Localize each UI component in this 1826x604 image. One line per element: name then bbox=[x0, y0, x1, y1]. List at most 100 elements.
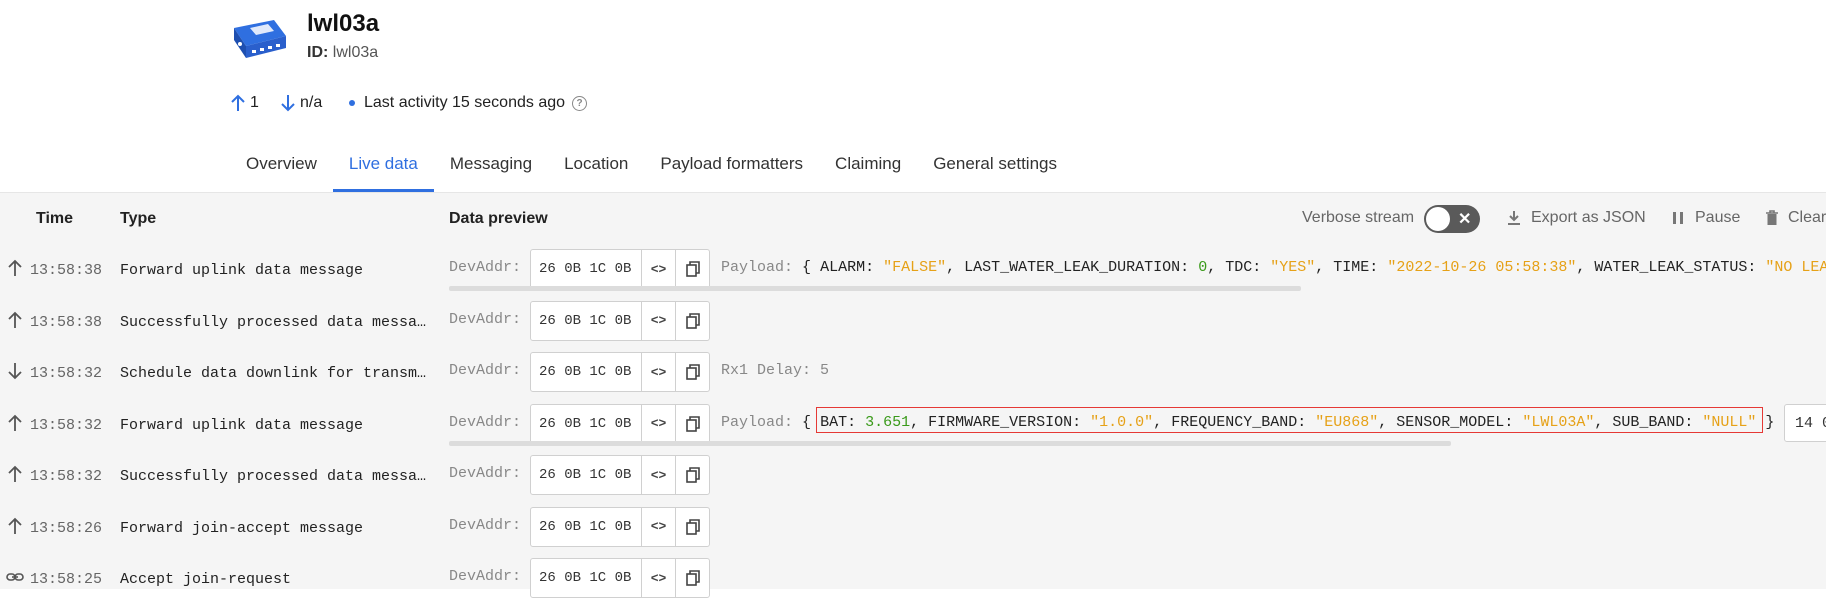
code-icon: <> bbox=[650, 570, 667, 586]
code-icon: <> bbox=[650, 519, 667, 534]
device-id-value: lwl03a bbox=[332, 44, 379, 61]
copy-button[interactable] bbox=[676, 353, 709, 391]
horizontal-scrollbar[interactable] bbox=[449, 440, 1451, 446]
row-type: Schedule data downlink for transm… bbox=[120, 365, 427, 382]
tab-payload-formatters[interactable]: Payload formatters bbox=[644, 142, 819, 192]
copy-icon bbox=[685, 312, 700, 329]
table-row[interactable]: 13:58:32 Schedule data downlink for trans… bbox=[0, 348, 1826, 398]
copy-button[interactable] bbox=[676, 456, 709, 494]
pause-label: Pause bbox=[1695, 209, 1741, 226]
payload-key: WATER_LEAK_STATUS bbox=[1594, 259, 1748, 276]
copy-button[interactable] bbox=[676, 405, 709, 443]
payload-key: TIME bbox=[1333, 259, 1370, 276]
payload-label: Payload: bbox=[721, 413, 794, 431]
devaddr-value: 26 0B 1C 0B bbox=[531, 250, 642, 288]
payload-label: Payload: bbox=[721, 259, 794, 276]
tab-claiming[interactable]: Claiming bbox=[819, 142, 917, 192]
payload-value: "NO LEA bbox=[1765, 259, 1826, 276]
device-id: ID: lwl03a bbox=[307, 44, 378, 62]
payload-colon: : bbox=[1369, 259, 1388, 276]
arrow-up-icon bbox=[8, 259, 22, 276]
devaddr-field: 26 0B 1C 0B <> bbox=[530, 455, 710, 495]
download-icon bbox=[1508, 211, 1520, 225]
payload-highlight bbox=[816, 407, 1763, 433]
code-icon: <> bbox=[650, 313, 667, 328]
toggle-format-button[interactable]: <> bbox=[642, 404, 676, 443]
toggle-format-button[interactable]: <> bbox=[642, 250, 676, 288]
devaddr-value: 26 0B 1C 0B bbox=[531, 507, 642, 546]
row-time: 13:58:25 bbox=[30, 571, 103, 588]
tab-live-data[interactable]: Live data bbox=[332, 142, 434, 192]
col-time: Time bbox=[36, 210, 74, 227]
clear-button[interactable]: Clear bbox=[1764, 209, 1826, 227]
row-time: 13:58:32 bbox=[30, 468, 103, 485]
help-icon[interactable]: ? bbox=[572, 95, 588, 111]
copy-button[interactable] bbox=[676, 302, 709, 340]
copy-icon bbox=[685, 518, 700, 535]
toggle-format-button[interactable]: <> bbox=[642, 456, 676, 494]
table-row[interactable]: 13:58:26 Forward join-accept message DevAd… bbox=[0, 503, 1826, 553]
horizontal-scrollbar[interactable] bbox=[449, 286, 1301, 291]
verbose-stream-toggle[interactable]: ✕ bbox=[1424, 205, 1480, 233]
table-row[interactable]: 13:58:38 Forward uplink data message DevAd… bbox=[0, 245, 1826, 295]
brace: } bbox=[1765, 413, 1775, 431]
uplink-count-value: 1 bbox=[250, 94, 259, 111]
row-type: Accept join-request bbox=[120, 571, 292, 588]
table-row[interactable]: 13:58:32 Successfully processed data mess… bbox=[0, 451, 1826, 501]
arrow-down-icon bbox=[8, 363, 22, 380]
brace: { bbox=[802, 413, 812, 431]
toggle-format-button[interactable]: <> bbox=[642, 507, 676, 546]
devaddr-label: DevAddr: bbox=[449, 310, 522, 328]
pause-icon bbox=[1673, 212, 1683, 224]
row-type: Forward join-accept message bbox=[120, 519, 364, 537]
tab-general-settings[interactable]: General settings bbox=[917, 142, 1073, 192]
activity-dot bbox=[349, 100, 355, 106]
toggle-format-button[interactable]: <> bbox=[642, 301, 676, 340]
arrow-up-icon bbox=[8, 311, 22, 328]
copy-icon bbox=[685, 415, 700, 432]
payload-comma: , bbox=[946, 259, 965, 276]
row-time: 13:58:26 bbox=[30, 519, 103, 537]
devaddr-label: DevAddr: bbox=[449, 516, 522, 534]
tab-messaging[interactable]: Messaging bbox=[434, 142, 548, 192]
downlink-count: n/a bbox=[280, 94, 322, 112]
payload-value: 0 bbox=[1198, 259, 1208, 276]
export-json-button[interactable]: Export as JSON bbox=[1505, 209, 1646, 227]
link-icon bbox=[6, 573, 24, 581]
uplink-count: 1 bbox=[230, 94, 259, 112]
devaddr-label: DevAddr: bbox=[449, 259, 522, 276]
devaddr-label: DevAddr: bbox=[449, 362, 522, 379]
payload-key: TDC bbox=[1225, 259, 1253, 276]
pause-button[interactable]: Pause bbox=[1671, 209, 1740, 227]
payload-value: "2022-10-26 05:58:38" bbox=[1387, 259, 1577, 276]
arrow-up-icon bbox=[8, 517, 22, 534]
tab-overview[interactable]: Overview bbox=[230, 142, 333, 192]
copy-button[interactable] bbox=[676, 559, 709, 597]
row-type: Successfully processed data messa… bbox=[120, 468, 427, 485]
device-icon bbox=[234, 20, 286, 58]
copy-icon bbox=[685, 364, 700, 380]
toggle-knob bbox=[1426, 207, 1450, 231]
table-header: Time Type Data preview Verbose stream ✕ … bbox=[0, 193, 1826, 245]
row-type: Forward uplink data message bbox=[120, 262, 364, 279]
device-id-label: ID: bbox=[307, 44, 329, 61]
col-type: Type bbox=[120, 210, 157, 227]
device-title: lwl03a bbox=[307, 10, 380, 37]
payload-value: "YES" bbox=[1270, 259, 1316, 276]
toggle-format-button[interactable]: <> bbox=[642, 353, 676, 391]
payload-colon: : bbox=[865, 259, 884, 276]
last-activity: Last activity 15 seconds ago ? bbox=[349, 94, 588, 112]
toggle-format-button[interactable]: <> bbox=[642, 559, 676, 597]
tab-location[interactable]: Location bbox=[548, 142, 644, 192]
table-row[interactable]: 13:58:25 Accept join-request DevAddr: 26 0B… bbox=[0, 554, 1826, 604]
payload-preview: Payload: { ALARM: "FALSE", LAST_WATER_LE… bbox=[721, 259, 1826, 276]
devaddr-value: 26 0B 1C 0B bbox=[531, 301, 642, 340]
payload-key: ALARM bbox=[820, 259, 866, 276]
row-type: Forward uplink data message bbox=[120, 416, 364, 434]
table-row[interactable]: 13:58:38 Successfully processed data mess… bbox=[0, 297, 1826, 347]
arrow-up-icon bbox=[231, 94, 245, 111]
copy-button[interactable] bbox=[676, 250, 709, 288]
code-icon: <> bbox=[650, 261, 667, 277]
copy-button[interactable] bbox=[676, 508, 709, 546]
payload-comma: , bbox=[1207, 259, 1226, 276]
